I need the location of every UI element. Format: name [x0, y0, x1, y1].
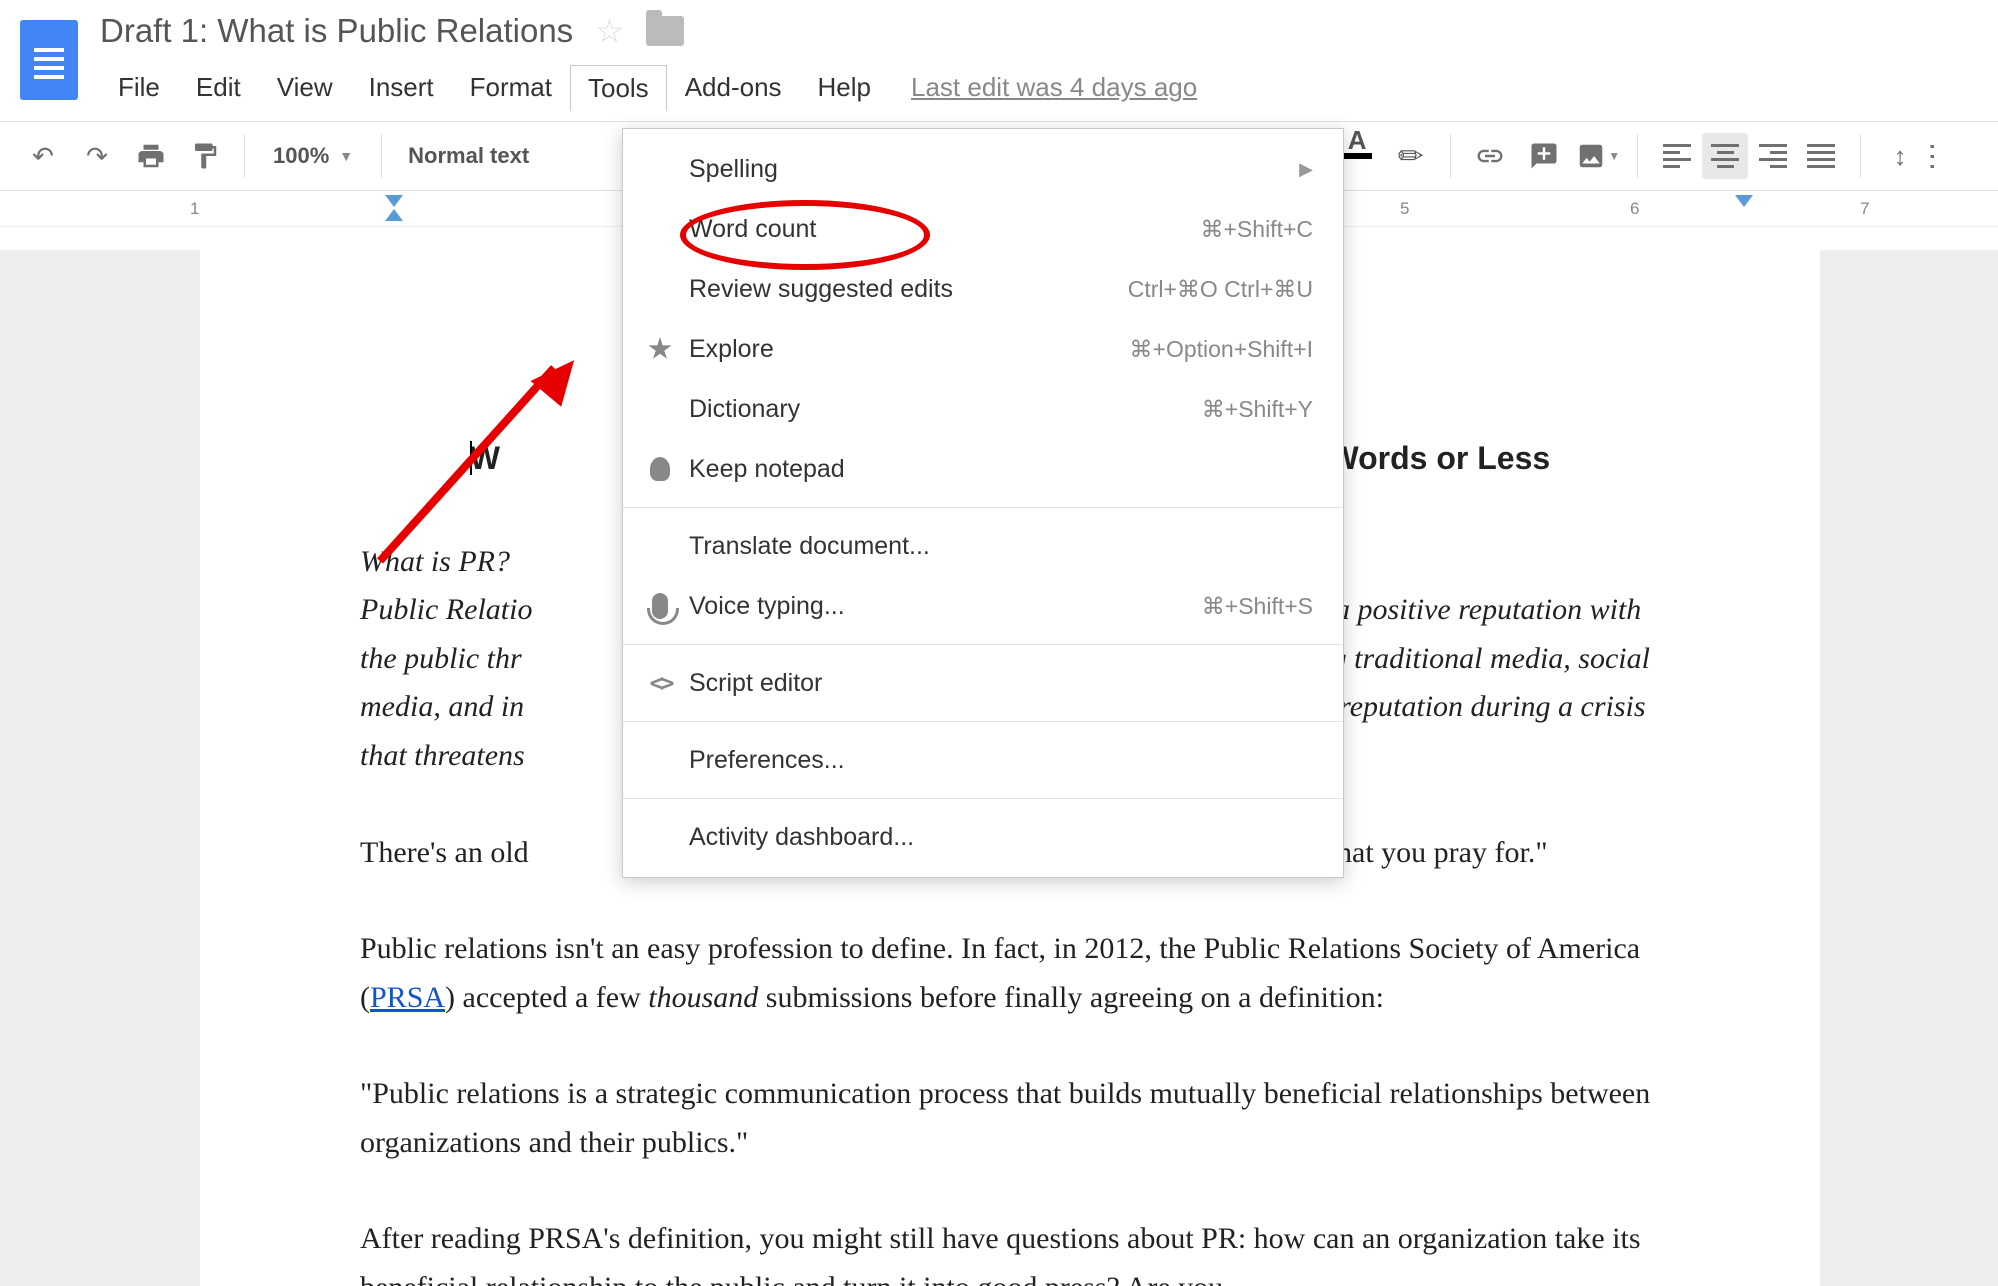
menu-voice-typing[interactable]: Voice typing... ⌘+Shift+S [623, 576, 1343, 636]
tools-dropdown: Spelling ▶ Word count ⌘+Shift+C Review s… [622, 128, 1344, 878]
ruler-number: 1 [190, 199, 199, 219]
menu-keep-notepad[interactable]: Keep notepad [623, 439, 1343, 499]
menu-format[interactable]: Format [452, 64, 570, 111]
zoom-select[interactable]: 100%▼ [261, 143, 365, 169]
ruler-number: 7 [1860, 199, 1869, 219]
paragraph-style-select[interactable]: Normal text [398, 143, 538, 169]
menu-file[interactable]: File [100, 64, 178, 111]
titlebar: Draft 1: What is Public Relations ☆ File… [0, 0, 1998, 111]
shortcut-label: ⌘+Shift+S [1202, 593, 1313, 620]
shortcut-label: ⌘+Shift+C [1201, 216, 1314, 243]
menu-script-editor[interactable]: <> Script editor [623, 653, 1343, 713]
menu-separator [623, 644, 1343, 645]
align-left-button[interactable] [1654, 133, 1700, 179]
menu-explore[interactable]: Explore ⌘+Option+Shift+I [623, 319, 1343, 379]
menu-dictionary[interactable]: Dictionary ⌘+Shift+Y [623, 379, 1343, 439]
prsa-link[interactable]: PRSA [370, 981, 445, 1014]
align-center-button[interactable] [1702, 133, 1748, 179]
microphone-icon [645, 593, 675, 619]
insert-link-button[interactable] [1467, 133, 1513, 179]
left-indent-marker[interactable] [385, 209, 403, 221]
more-toolbar-button[interactable]: ⋯ [1931, 133, 1977, 179]
add-comment-button[interactable] [1521, 133, 1567, 179]
menu-tools[interactable]: Tools [570, 65, 667, 111]
paint-format-button[interactable] [182, 133, 228, 179]
undo-button[interactable]: ↶ [20, 133, 66, 179]
star-icon[interactable]: ☆ [595, 12, 624, 50]
document-title[interactable]: Draft 1: What is Public Relations [100, 12, 573, 50]
menu-translate-document[interactable]: Translate document... [623, 516, 1343, 576]
code-icon: <> [645, 669, 675, 697]
menu-separator [623, 721, 1343, 722]
docs-logo-icon[interactable] [20, 20, 78, 100]
shortcut-label: Ctrl+⌘O Ctrl+⌘U [1128, 276, 1313, 303]
text-cursor [470, 441, 472, 475]
explore-icon [645, 337, 675, 361]
menu-help[interactable]: Help [800, 64, 889, 111]
menu-separator [623, 798, 1343, 799]
move-folder-icon[interactable] [646, 16, 684, 46]
align-justify-button[interactable] [1798, 133, 1844, 179]
menu-spelling[interactable]: Spelling ▶ [623, 139, 1343, 199]
shortcut-label: ⌘+Option+Shift+I [1130, 336, 1313, 363]
lightbulb-icon [645, 457, 675, 481]
shortcut-label: ⌘+Shift+Y [1202, 396, 1313, 423]
ruler-number: 6 [1630, 199, 1639, 219]
first-line-indent-marker[interactable] [385, 195, 403, 207]
menu-activity-dashboard[interactable]: Activity dashboard... [623, 807, 1343, 867]
menu-view[interactable]: View [259, 64, 351, 111]
align-right-button[interactable] [1750, 133, 1796, 179]
last-edit-link[interactable]: Last edit was 4 days ago [911, 72, 1197, 103]
menu-edit[interactable]: Edit [178, 64, 259, 111]
highlight-button[interactable]: ✎ [1388, 133, 1434, 179]
menu-review-suggested-edits[interactable]: Review suggested edits Ctrl+⌘O Ctrl+⌘U [623, 259, 1343, 319]
menu-preferences[interactable]: Preferences... [623, 730, 1343, 790]
menu-separator [623, 507, 1343, 508]
right-indent-marker[interactable] [1735, 195, 1753, 207]
menu-insert[interactable]: Insert [351, 64, 452, 111]
menu-addons[interactable]: Add-ons [667, 64, 800, 111]
menubar: File Edit View Insert Format Tools Add-o… [100, 64, 1998, 111]
print-button[interactable] [128, 133, 174, 179]
ruler-number: 5 [1400, 199, 1409, 219]
menu-word-count[interactable]: Word count ⌘+Shift+C [623, 199, 1343, 259]
redo-button[interactable]: ↷ [74, 133, 120, 179]
submenu-arrow-icon: ▶ [1299, 159, 1313, 180]
insert-image-button[interactable]: ▼ [1575, 133, 1621, 179]
